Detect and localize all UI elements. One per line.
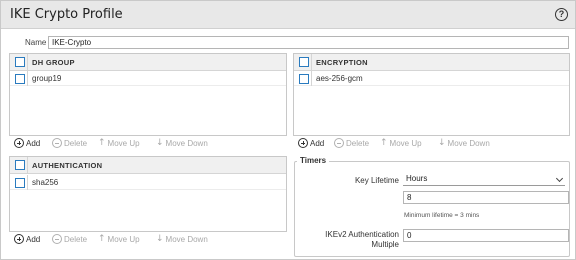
key-lifetime-label: Key Lifetime: [354, 176, 399, 185]
column-divider: [27, 71, 28, 86]
column-divider: [27, 54, 28, 71]
arrow-up-icon: ↑: [98, 138, 106, 148]
column-divider: [27, 157, 28, 174]
delete-icon: [52, 234, 62, 244]
delete-button[interactable]: Delete: [52, 234, 87, 244]
table-row[interactable]: group19: [10, 71, 286, 86]
ikev2-auth-multiple-label-line2: Multiple: [371, 240, 399, 249]
arrow-down-icon: ↓: [156, 138, 164, 148]
authentication-column-header: AUTHENTICATION: [32, 161, 103, 170]
add-button[interactable]: Add: [14, 138, 40, 148]
chevron-down-icon: [555, 174, 564, 183]
move-up-button[interactable]: ↑ Move Up: [98, 138, 140, 148]
add-icon: [14, 138, 24, 148]
delete-icon: [52, 138, 62, 148]
arrow-down-icon: ↓: [156, 234, 164, 244]
key-lifetime-unit-select[interactable]: Hours: [403, 173, 565, 186]
ikev2-auth-multiple-input[interactable]: 0: [403, 229, 569, 242]
add-icon: [298, 138, 308, 148]
delete-button[interactable]: Delete: [52, 138, 87, 148]
authentication-header: AUTHENTICATION: [10, 157, 286, 174]
move-down-button[interactable]: ↓ Move Down: [156, 138, 208, 148]
move-down-label: Move Down: [447, 138, 490, 148]
add-label: Add: [26, 234, 41, 244]
dh-group-table: DH GROUP group19: [9, 53, 287, 136]
add-label: Add: [310, 138, 325, 148]
dh-group-toolbar: Add Delete ↑ Move Up ↓ Move Down: [14, 138, 284, 152]
encryption-column-header: ENCRYPTION: [316, 58, 368, 67]
arrow-up-icon: ↑: [98, 234, 106, 244]
key-lifetime-hint: Minimum lifetime = 3 mins: [404, 212, 480, 219]
move-down-label: Move Down: [165, 234, 208, 244]
key-lifetime-unit-value: Hours: [406, 174, 428, 183]
table-row[interactable]: aes-256-gcm: [294, 71, 569, 86]
authentication-select-all-checkbox[interactable]: [15, 160, 25, 170]
add-button[interactable]: Add: [14, 234, 40, 244]
column-divider: [311, 54, 312, 71]
ike-crypto-profile-dialog: IKE Crypto Profile ? Name IKE-Crypto DH …: [0, 0, 576, 260]
help-icon[interactable]: ?: [555, 8, 568, 21]
add-button[interactable]: Add: [298, 138, 324, 148]
move-up-button[interactable]: ↑ Move Up: [380, 138, 422, 148]
move-down-button[interactable]: ↓ Move Down: [156, 234, 208, 244]
move-up-label: Move Up: [389, 138, 422, 148]
authentication-cell: sha256: [32, 178, 59, 187]
name-input[interactable]: IKE-Crypto: [48, 36, 569, 49]
row-checkbox[interactable]: [299, 74, 309, 84]
row-checkbox[interactable]: [15, 74, 25, 84]
delete-icon: [334, 138, 344, 148]
column-divider: [27, 175, 28, 190]
table-row[interactable]: sha256: [10, 175, 286, 190]
dh-group-column-header: DH GROUP: [32, 58, 75, 67]
encryption-cell: aes-256-gcm: [316, 74, 363, 83]
title-bar: IKE Crypto Profile ?: [1, 1, 575, 29]
encryption-header: ENCRYPTION: [294, 54, 569, 71]
move-up-label: Move Up: [107, 234, 140, 244]
move-up-button[interactable]: ↑ Move Up: [98, 234, 140, 244]
column-divider: [311, 71, 312, 86]
delete-button[interactable]: Delete: [334, 138, 369, 148]
move-up-label: Move Up: [107, 138, 140, 148]
row-checkbox[interactable]: [15, 178, 25, 188]
arrow-up-icon: ↑: [380, 138, 388, 148]
delete-label: Delete: [64, 234, 88, 244]
ikev2-auth-multiple-label-line1: IKEv2 Authentication: [325, 230, 399, 239]
name-label: Name: [25, 38, 47, 47]
dh-group-select-all-checkbox[interactable]: [15, 57, 25, 67]
move-down-label: Move Down: [165, 138, 208, 148]
encryption-select-all-checkbox[interactable]: [299, 57, 309, 67]
arrow-down-icon: ↓: [438, 138, 446, 148]
dh-group-header: DH GROUP: [10, 54, 286, 71]
timers-legend: Timers: [297, 156, 330, 165]
add-icon: [14, 234, 24, 244]
encryption-table: ENCRYPTION aes-256-gcm: [293, 53, 570, 136]
dh-group-cell: group19: [32, 74, 62, 83]
dialog-title: IKE Crypto Profile: [10, 7, 123, 22]
authentication-toolbar: Add Delete ↑ Move Up ↓ Move Down: [14, 234, 284, 248]
delete-label: Delete: [64, 138, 88, 148]
encryption-toolbar: Add Delete ↑ Move Up ↓ Move Down: [298, 138, 568, 152]
key-lifetime-input[interactable]: 8: [403, 191, 569, 204]
delete-label: Delete: [346, 138, 370, 148]
move-down-button[interactable]: ↓ Move Down: [438, 138, 490, 148]
authentication-table: AUTHENTICATION sha256: [9, 156, 287, 232]
add-label: Add: [26, 138, 41, 148]
